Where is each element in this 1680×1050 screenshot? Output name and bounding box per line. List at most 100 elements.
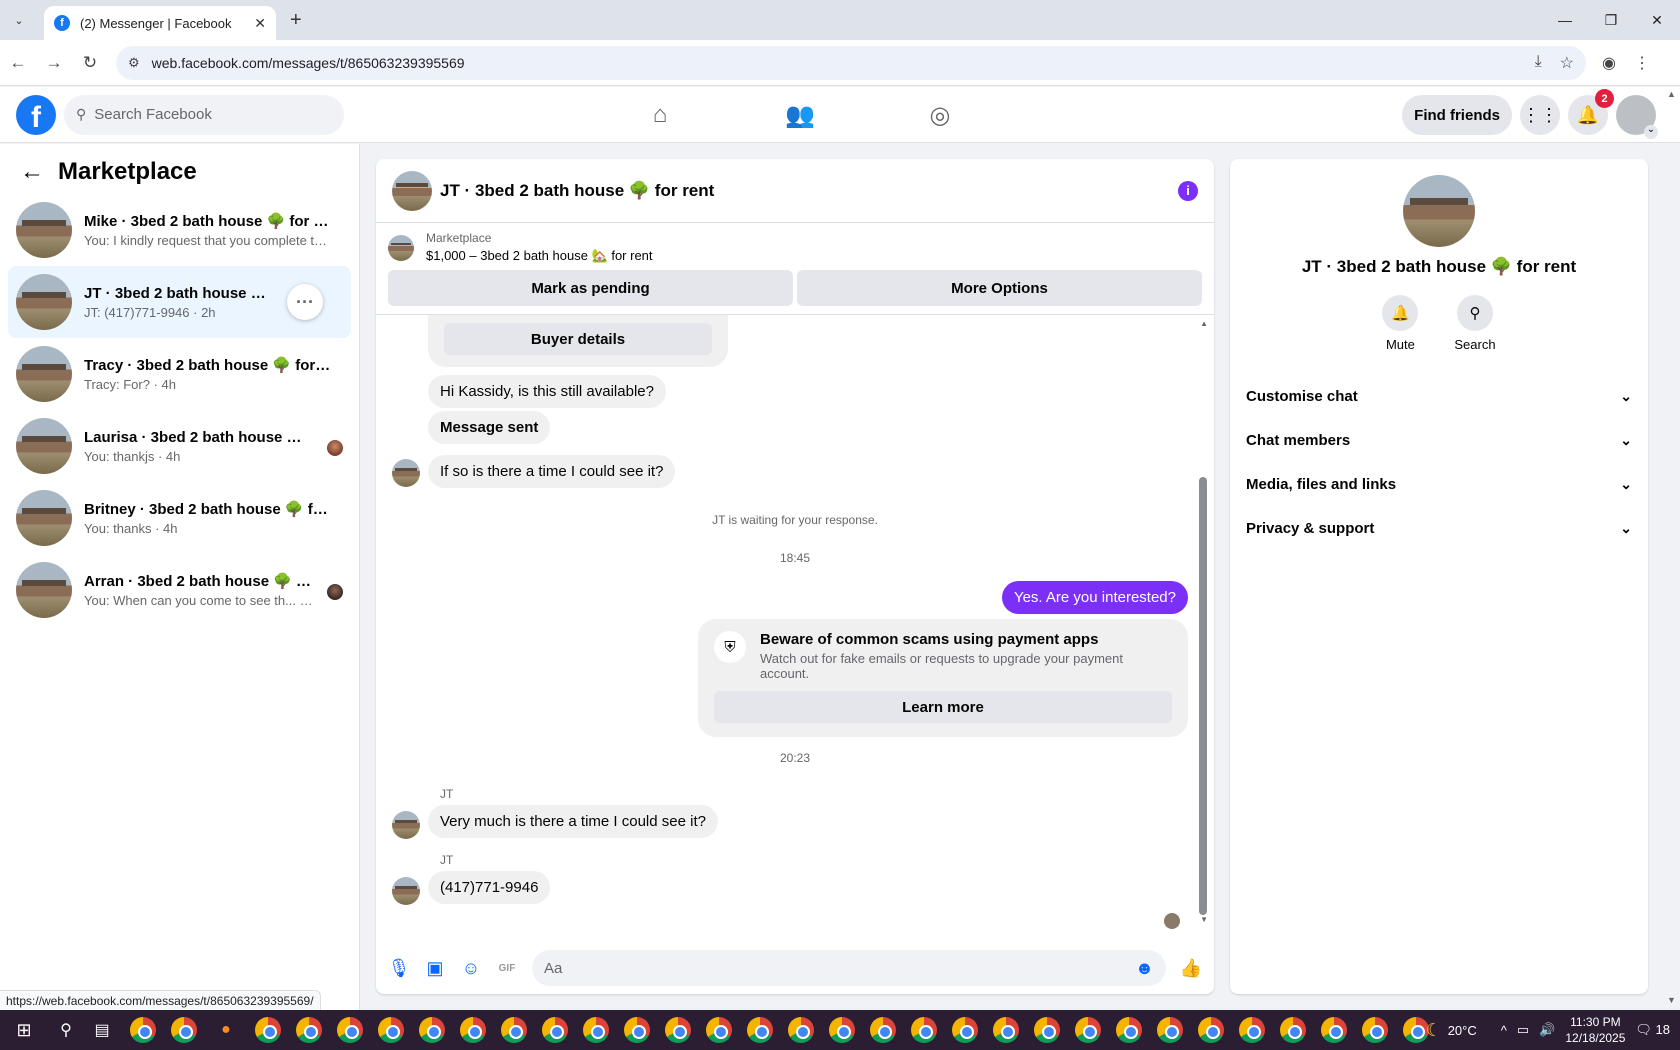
more-options-button[interactable]: More Options	[797, 270, 1202, 306]
buyer-details-button[interactable]: Buyer details	[444, 323, 712, 355]
groups-icon[interactable]: ◎	[920, 95, 960, 135]
page-scrollbar[interactable]: ▲ ▼	[1664, 87, 1680, 1010]
chrome-app-icon[interactable]	[460, 1017, 486, 1043]
chrome-app-icon[interactable]	[130, 1017, 156, 1043]
listing-thumbnail[interactable]	[388, 234, 414, 261]
chrome-app-icon[interactable]	[1321, 1017, 1347, 1043]
page-scroll-down-icon[interactable]: ▼	[1667, 995, 1676, 1005]
back-arrow-icon[interactable]: ←	[0, 53, 36, 73]
tab-search-chevron-icon[interactable]: ⌄	[6, 7, 32, 33]
firefox-app-icon[interactable]: ●	[210, 1014, 242, 1046]
info-icon[interactable]: i	[1178, 180, 1198, 201]
search-button[interactable]: ⚲ Search	[1454, 295, 1496, 352]
chat-item-mike[interactable]: Mike · 3bed 2 bath house 🌳 for rent You:…	[8, 194, 351, 266]
facebook-logo-icon[interactable]: f	[16, 94, 56, 135]
learn-more-button[interactable]: Learn more	[714, 691, 1172, 723]
chat-item-britney[interactable]: Britney · 3bed 2 bath house 🌳 for rent Y…	[8, 482, 351, 554]
chrome-app-icon[interactable]	[255, 1017, 281, 1043]
close-tab-icon[interactable]: ✕	[254, 15, 266, 32]
conversation-title[interactable]: JT · 3bed 2 bath house 🌳 for rent	[440, 181, 1178, 201]
profile-icon[interactable]: ◉	[1602, 53, 1616, 73]
gif-icon[interactable]: GIF	[496, 957, 518, 979]
sticker-icon[interactable]: ☺	[460, 957, 482, 979]
chrome-app-icon[interactable]	[337, 1017, 363, 1043]
chrome-app-icon[interactable]	[911, 1017, 937, 1043]
url-text[interactable]: web.facebook.com/messages/t/865063239395…	[152, 55, 1535, 71]
url-omnibox[interactable]: ⚙ web.facebook.com/messages/t/8650632393…	[116, 45, 1586, 80]
chat-item-arran[interactable]: Arran · 3bed 2 bath house 🌳 for rent You…	[8, 554, 351, 626]
restore-icon[interactable]: ❐	[1588, 12, 1634, 29]
chrome-app-icon[interactable]	[1034, 1017, 1060, 1043]
mute-button[interactable]: 🔔 Mute	[1382, 295, 1419, 352]
chrome-app-icon[interactable]	[665, 1017, 691, 1043]
volume-icon[interactable]: 🔊	[1539, 1022, 1555, 1038]
conversation-avatar[interactable]	[392, 170, 432, 211]
scroll-up-arrow-icon[interactable]: ▲	[1200, 319, 1208, 328]
chrome-app-icon[interactable]	[171, 1017, 197, 1043]
chrome-app-icon[interactable]	[1198, 1017, 1224, 1043]
chrome-app-icon[interactable]	[296, 1017, 322, 1043]
chrome-app-icon[interactable]	[1116, 1017, 1142, 1043]
task-view-icon[interactable]: ▤	[86, 1014, 118, 1046]
chrome-app-icon[interactable]	[1362, 1017, 1388, 1043]
emoji-icon[interactable]: ☻	[1135, 958, 1154, 979]
media-files-links-section[interactable]: Media, files and links ⌄	[1246, 462, 1632, 506]
chat-item-tracy[interactable]: Tracy · 3bed 2 bath house 🌳 for rent Tra…	[8, 338, 351, 410]
details-avatar[interactable]	[1403, 175, 1475, 247]
new-tab-plus-icon[interactable]: +	[290, 9, 302, 32]
chrome-app-icon[interactable]	[747, 1017, 773, 1043]
chat-item-laurisa[interactable]: Laurisa · 3bed 2 bath house 🌳 for rent Y…	[8, 410, 351, 482]
chat-item-jt[interactable]: JT · 3bed 2 bath house 🌳 for rent JT: (4…	[8, 266, 351, 338]
bookmark-star-icon[interactable]: ☆	[1560, 53, 1574, 73]
chrome-app-icon[interactable]	[993, 1017, 1019, 1043]
taskbar-clock[interactable]: 11:30 PM 12/18/2025	[1565, 1014, 1625, 1046]
back-arrow-icon[interactable]: ←	[20, 158, 44, 186]
notifications-bell-icon[interactable]: 🔔 2	[1568, 89, 1614, 135]
weather-widget[interactable]: ☾ 20°C	[1426, 1020, 1477, 1041]
like-thumbs-up-icon[interactable]: 👍	[1180, 957, 1202, 979]
chat-more-options-icon[interactable]: ···	[287, 284, 323, 320]
listing-price[interactable]: $1,000 – 3bed 2 bath house 🏡 for rent	[426, 248, 653, 264]
page-scroll-up-icon[interactable]: ▲	[1667, 89, 1676, 99]
site-info-icon[interactable]: ⚙	[128, 55, 140, 71]
minimize-icon[interactable]: —	[1542, 12, 1588, 28]
privacy-support-section[interactable]: Privacy & support ⌄	[1246, 506, 1632, 550]
chrome-app-icon[interactable]	[1280, 1017, 1306, 1043]
reload-icon[interactable]: ↻	[72, 53, 108, 73]
chrome-app-icon[interactable]	[952, 1017, 978, 1043]
chrome-app-icon[interactable]	[706, 1017, 732, 1043]
menu-grid-icon[interactable]: ⋮⋮	[1520, 95, 1560, 135]
photo-icon[interactable]: ▣	[424, 957, 446, 979]
chrome-app-icon[interactable]	[829, 1017, 855, 1043]
mark-as-pending-button[interactable]: Mark as pending	[388, 270, 793, 306]
microphone-icon[interactable]: 🎙	[388, 957, 411, 979]
chrome-app-icon[interactable]	[583, 1017, 609, 1043]
message-input[interactable]: Aa ☻	[532, 950, 1166, 986]
chrome-app-icon[interactable]	[1075, 1017, 1101, 1043]
browser-menu-icon[interactable]: ⋮	[1634, 53, 1650, 73]
facebook-search-input[interactable]: ⚲ Search Facebook	[64, 94, 344, 135]
thread-scrollbar[interactable]	[1199, 477, 1207, 915]
chrome-app-icon[interactable]	[501, 1017, 527, 1043]
browser-tab[interactable]: f (2) Messenger | Facebook ✕	[44, 6, 276, 40]
friends-icon[interactable]: 👥	[780, 95, 820, 135]
tray-chevron-up-icon[interactable]: ^	[1501, 1023, 1507, 1038]
taskbar-search-icon[interactable]: ⚲	[50, 1014, 82, 1046]
network-icon[interactable]: ▭	[1517, 1022, 1529, 1038]
chrome-app-icon[interactable]	[870, 1017, 896, 1043]
chrome-app-icon[interactable]	[788, 1017, 814, 1043]
find-friends-button[interactable]: Find friends	[1402, 95, 1512, 135]
install-app-icon[interactable]: ⤓	[1535, 53, 1542, 73]
chrome-app-icon[interactable]	[1157, 1017, 1183, 1043]
chat-members-section[interactable]: Chat members ⌄	[1246, 418, 1632, 462]
home-icon[interactable]: ⌂	[640, 95, 680, 135]
close-window-icon[interactable]: ✕	[1634, 12, 1680, 29]
customise-chat-section[interactable]: Customise chat ⌄	[1246, 374, 1632, 418]
chrome-app-icon[interactable]	[378, 1017, 404, 1043]
chrome-app-icon[interactable]	[419, 1017, 445, 1043]
chrome-app-icon[interactable]	[542, 1017, 568, 1043]
forward-arrow-icon[interactable]: →	[36, 53, 72, 73]
chrome-app-icon[interactable]	[624, 1017, 650, 1043]
scroll-down-arrow-icon[interactable]: ▼	[1200, 915, 1208, 924]
notification-center-icon[interactable]: 🗨 18	[1635, 1022, 1670, 1038]
